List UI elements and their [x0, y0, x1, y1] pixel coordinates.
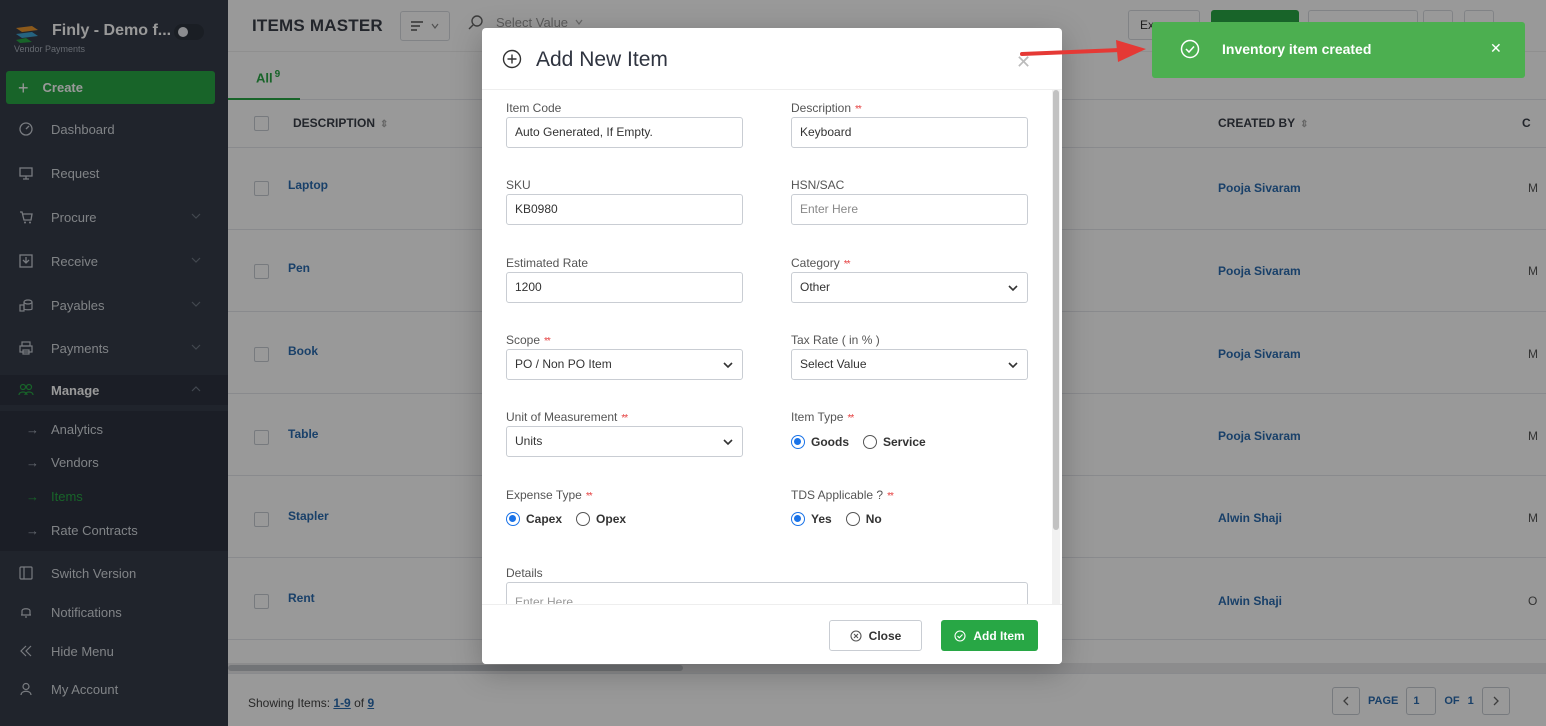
add-item-modal: Add New Item ✕ Item Code Auto Generated,… [482, 28, 1062, 664]
tds-applicable-label: TDS Applicable ? ** [791, 488, 894, 502]
radio-opex[interactable]: Opex [576, 512, 626, 526]
radio-label: Capex [526, 512, 563, 526]
select-value: PO / Non PO Item [515, 357, 612, 371]
item-code-label: Item Code [506, 101, 562, 115]
modal-footer: Close Add Item [482, 604, 1062, 664]
select-value: Units [515, 434, 543, 448]
required-mark: ** [855, 104, 862, 115]
radio-unselected-icon [863, 435, 877, 449]
category-label: Category ** [791, 256, 850, 270]
details-textarea[interactable]: Enter Here [506, 582, 1028, 604]
scope-select[interactable]: PO / Non PO Item [506, 349, 743, 380]
radio-service[interactable]: Service [863, 435, 926, 449]
sku-input[interactable]: KB0980 [506, 194, 743, 225]
item-type-label: Item Type ** [791, 410, 854, 424]
label-text: Unit of Measurement [506, 410, 618, 424]
radio-label: Service [883, 435, 926, 449]
chevron-down-icon [723, 439, 733, 446]
radio-no[interactable]: No [845, 512, 882, 526]
modal-title: Add New Item [536, 48, 668, 71]
description-label: Description ** [791, 101, 862, 115]
chevron-down-icon [1008, 362, 1018, 369]
label-text: Category [791, 256, 840, 270]
label-text: Scope [506, 333, 541, 347]
radio-selected-icon [791, 435, 805, 449]
close-label: Close [868, 628, 902, 643]
radio-selected-icon [791, 512, 805, 526]
hsn-sac-label: HSN/SAC [791, 178, 845, 192]
description-input[interactable]: Keyboard [791, 117, 1028, 148]
uom-label: Unit of Measurement ** [506, 410, 628, 424]
category-select[interactable]: Other [791, 272, 1028, 303]
estimated-rate-input[interactable]: 1200 [506, 272, 743, 303]
close-circle-icon [850, 629, 862, 642]
chevron-down-icon [723, 362, 733, 369]
uom-select[interactable]: Units [506, 426, 743, 457]
radio-unselected-icon [845, 512, 860, 526]
required-mark: ** [847, 413, 854, 424]
check-circle-icon [1180, 39, 1200, 59]
label-text: Description [791, 101, 852, 115]
radio-label: Goods [811, 435, 849, 449]
radio-selected-icon [506, 512, 520, 526]
plus-circle-icon [502, 49, 522, 69]
tax-rate-label: Tax Rate ( in % ) [791, 333, 880, 347]
estimated-rate-label: Estimated Rate [506, 256, 589, 270]
tax-rate-select[interactable]: Select Value [791, 349, 1028, 380]
label-text: Expense Type [506, 488, 582, 502]
scope-label: Scope ** [506, 333, 551, 347]
label-text: Item Type [791, 410, 844, 424]
item-code-input[interactable]: Auto Generated, If Empty. [506, 117, 743, 148]
sku-label: SKU [506, 178, 531, 192]
red-arrow-icon [1020, 40, 1146, 62]
required-mark: ** [585, 491, 593, 502]
item-type-radio-group: Goods Service [791, 435, 940, 449]
radio-unselected-icon [576, 512, 591, 526]
select-value: Select Value [800, 357, 867, 371]
expense-type-label: Expense Type ** [506, 488, 593, 502]
radio-label: No [865, 512, 882, 526]
radio-goods[interactable]: Goods [791, 435, 849, 449]
radio-label: Yes [811, 512, 832, 526]
check-circle-icon [954, 629, 966, 642]
radio-capex[interactable]: Capex [506, 512, 562, 526]
modal-vertical-scrollbar[interactable] [1052, 90, 1060, 604]
close-icon[interactable]: ✕ [1490, 40, 1502, 57]
radio-label: Opex [596, 512, 627, 526]
add-item-label: Add Item [973, 628, 1025, 643]
required-mark: ** [544, 336, 551, 347]
required-mark: ** [887, 491, 894, 502]
radio-yes[interactable]: Yes [791, 512, 832, 526]
required-mark: ** [621, 413, 628, 424]
success-toast: Inventory item created ✕ [1152, 22, 1525, 78]
label-text: TDS Applicable ? [791, 488, 884, 502]
toast-message: Inventory item created [1222, 41, 1372, 57]
hsn-sac-input[interactable]: Enter Here [791, 194, 1028, 225]
close-button[interactable]: Close [829, 620, 922, 651]
required-mark: ** [843, 259, 851, 270]
chevron-down-icon [1008, 285, 1018, 292]
modal-header: Add New Item ✕ [482, 28, 1062, 90]
modal-body: Item Code Auto Generated, If Empty. Desc… [482, 90, 1062, 604]
details-label: Details [506, 566, 543, 580]
tds-radio-group: Yes No [791, 512, 896, 526]
scrollbar-thumb[interactable] [1053, 90, 1059, 530]
select-value: Other [800, 280, 831, 294]
add-item-button[interactable]: Add Item [941, 620, 1038, 651]
expense-type-radio-group: Capex Opex [506, 512, 640, 526]
